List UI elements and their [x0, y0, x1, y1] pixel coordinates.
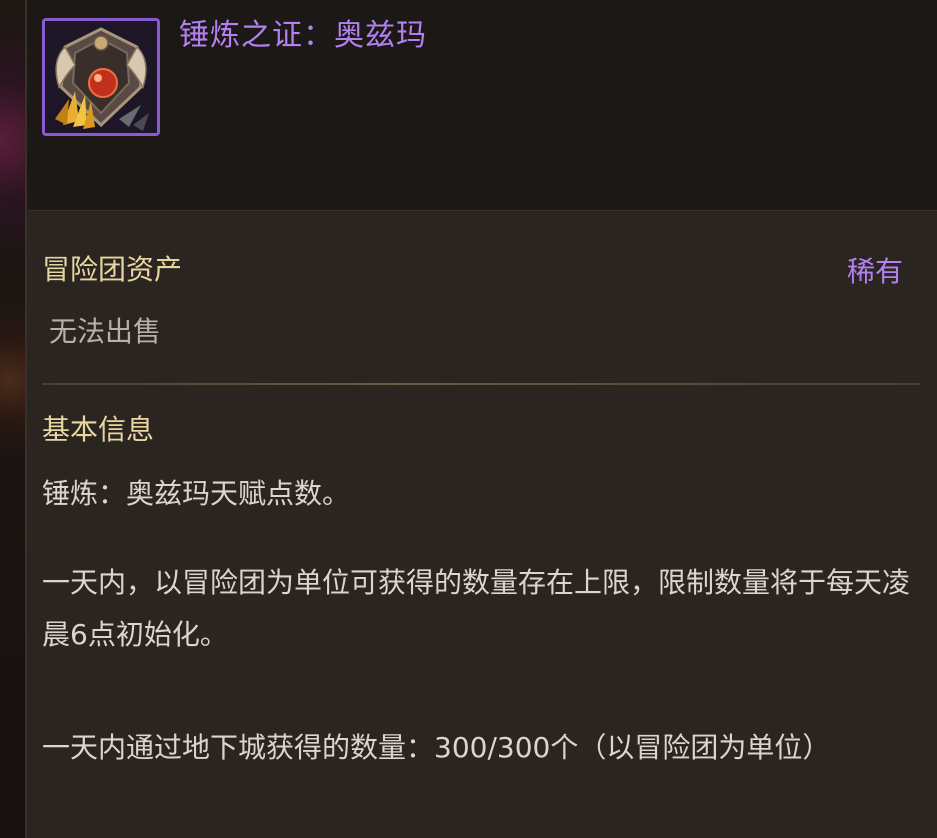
- info-heading: 基本信息: [42, 413, 155, 446]
- tooltip-header: 锤炼之证：奥兹玛: [27, 0, 937, 211]
- item-tooltip: 锤炼之证：奥兹玛 冒险团资产 稀有 无法出售 基本信息 锤炼：奥兹玛天赋点数。 …: [25, 0, 937, 838]
- info-paragraph-limit: 一天内，以冒险团为单位可获得的数量存在上限，限制数量将于每天凌晨6点初始化。: [42, 566, 911, 651]
- rarity-label: 稀有: [846, 255, 903, 288]
- ozma-emblem-icon: [45, 21, 157, 133]
- item-icon-frame[interactable]: [42, 18, 160, 136]
- section-divider: [42, 383, 920, 385]
- item-name: 锤炼之证：奥兹玛: [179, 18, 427, 53]
- info-line-talent: 锤炼：奥兹玛天赋点数。: [42, 477, 351, 510]
- trade-restriction: 无法出售: [49, 315, 162, 348]
- category-label: 冒险团资产: [42, 253, 183, 286]
- info-paragraph-count: 一天内通过地下城获得的数量：300/300个（以冒险团为单位）: [42, 731, 831, 764]
